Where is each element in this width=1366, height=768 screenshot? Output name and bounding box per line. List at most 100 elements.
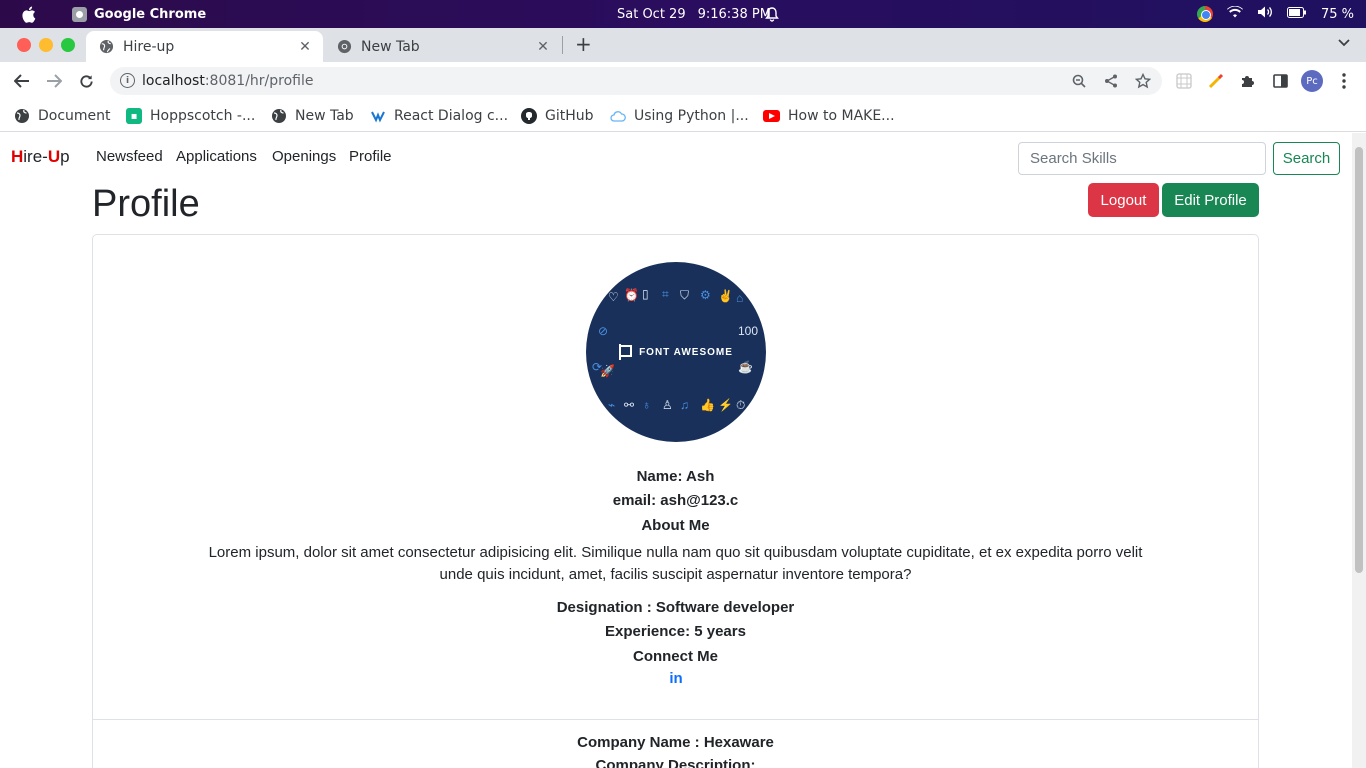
nav-link-profile[interactable]: Profile: [349, 148, 392, 165]
notification-bell-icon[interactable]: [764, 0, 780, 28]
chrome-tray-icon[interactable]: [1196, 6, 1213, 22]
tab-title: Hire-up: [123, 38, 175, 55]
bookmark-using-python[interactable]: Using Python |...: [610, 105, 749, 127]
page-title: Profile: [92, 183, 200, 225]
bookmark-label: New Tab: [295, 108, 354, 124]
company-description-heading: Company Description:: [595, 757, 756, 768]
clock-time: 9:16:38 PM: [697, 6, 771, 22]
profile-experience: Experience: 5 years: [605, 623, 746, 640]
bookmark-new-tab[interactable]: New Tab: [271, 105, 354, 127]
tab-new-tab[interactable]: New Tab ✕: [324, 31, 561, 62]
profile-avatar-image: ♡ ⏰ ▯ ⌗ ⛉ ⚙ ✌ ⌂ ⊘ 100 ⟳ 🚀 ☕ ⌁ ⚯ ♁ ♙ ♫ 👍 …: [586, 262, 766, 442]
chrome-app-icon: [72, 6, 87, 22]
profile-email: email: ash@123.c: [612, 492, 739, 509]
browser-toolbar: i localhost:8081/hr/profile Pc: [0, 62, 1366, 100]
github-icon: [521, 108, 537, 124]
avatar-logo-text: FONT AWESOME: [639, 346, 733, 358]
brand-end: p: [60, 147, 70, 166]
active-app[interactable]: Google Chrome: [72, 0, 206, 28]
youtube-icon: [763, 110, 780, 122]
page-scrollbar[interactable]: [1352, 133, 1366, 768]
nav-link-applications[interactable]: Applications: [176, 148, 257, 165]
profile-designation: Designation : Software developer: [556, 599, 795, 616]
bookmark-label: React Dialog c...: [394, 108, 509, 124]
kebab-menu-icon[interactable]: [1333, 70, 1355, 92]
close-window-button[interactable]: [17, 38, 31, 52]
profile-avatar[interactable]: Pc: [1301, 70, 1323, 92]
address-bar[interactable]: i localhost:8081/hr/profile: [110, 67, 1162, 95]
clock[interactable]: Sat Oct 29 9:16:38 PM: [617, 0, 771, 28]
bookmark-label: How to MAKE...: [788, 108, 895, 124]
search-button[interactable]: Search: [1273, 142, 1340, 175]
search-skills-input[interactable]: [1018, 142, 1266, 175]
close-tab-icon[interactable]: ✕: [297, 39, 313, 55]
about-text: Lorem ipsum, dolor sit amet consectetur …: [208, 544, 1143, 583]
system-tray: 75 %: [1196, 0, 1354, 28]
section-divider: [93, 719, 1258, 720]
bookmark-label: GitHub: [545, 108, 594, 124]
apple-icon[interactable]: [18, 0, 38, 28]
bookmark-label: Hoppscotch -...: [150, 108, 256, 124]
battery-icon[interactable]: [1286, 6, 1307, 22]
company-name: Company Name : Hexaware: [577, 734, 774, 751]
volume-icon[interactable]: [1257, 5, 1273, 23]
profile-name: Name: Ash: [636, 468, 715, 485]
globe-icon: [271, 108, 287, 124]
chrome-icon: [336, 39, 352, 55]
url-host: localhost: [142, 73, 205, 89]
bookmarks-bar: Document ▪ Hoppscotch -... New Tab React…: [0, 100, 1366, 132]
bookmark-github[interactable]: GitHub: [521, 105, 594, 127]
wifi-icon[interactable]: [1226, 5, 1243, 22]
color-picker-icon[interactable]: [1205, 70, 1227, 92]
tab-search-chevron-icon[interactable]: [1338, 36, 1350, 50]
globe-icon: [14, 108, 30, 124]
bookmark-label: Using Python |...: [634, 108, 749, 124]
side-panel-icon[interactable]: [1269, 70, 1291, 92]
brand-logo[interactable]: Hire-Up: [11, 147, 70, 167]
react-icon: [370, 108, 386, 124]
forward-arrow-icon[interactable]: [42, 69, 66, 93]
bookmark-label: Document: [38, 108, 111, 124]
reload-icon[interactable]: [74, 69, 98, 93]
about-heading: About Me: [641, 517, 710, 534]
clock-date: Sat Oct 29: [617, 6, 686, 22]
os-top-bar: Google Chrome Sat Oct 29 9:16:38 PM 75 %: [0, 0, 1366, 28]
flag-icon: [619, 344, 633, 360]
tab-hire-up[interactable]: Hire-up ✕: [86, 31, 323, 62]
web-page: Hire-Up Newsfeed Applications Openings P…: [0, 133, 1352, 768]
battery-percent: 75 %: [1320, 6, 1354, 22]
tab-strip: Hire-up ✕ New Tab ✕: [0, 28, 1366, 62]
url-path: :8081/hr/profile: [204, 73, 314, 89]
extension-grid-icon[interactable]: [1173, 70, 1195, 92]
new-tab-plus-icon[interactable]: +: [575, 32, 592, 56]
bookmark-star-icon[interactable]: [1134, 72, 1152, 90]
nav-link-openings[interactable]: Openings: [272, 148, 336, 165]
globe-icon: [98, 39, 114, 55]
active-app-name: Google Chrome: [94, 6, 207, 22]
hoppscotch-icon: ▪: [126, 108, 142, 124]
logout-button[interactable]: Logout: [1088, 183, 1159, 217]
share-icon[interactable]: [1102, 72, 1120, 90]
site-info-icon[interactable]: i: [120, 73, 135, 88]
linkedin-icon[interactable]: in: [666, 670, 686, 687]
brand-u: U: [47, 147, 61, 166]
bookmark-hoppscotch[interactable]: ▪ Hoppscotch -...: [126, 105, 255, 127]
extensions-puzzle-icon[interactable]: [1237, 70, 1259, 92]
back-arrow-icon[interactable]: [10, 69, 34, 93]
nav-link-newsfeed[interactable]: Newsfeed: [96, 148, 163, 165]
profile-card: ♡ ⏰ ▯ ⌗ ⛉ ⚙ ✌ ⌂ ⊘ 100 ⟳ 🚀 ☕ ⌁ ⚯ ♁ ♙ ♫ 👍 …: [92, 234, 1259, 768]
zoom-icon[interactable]: [1070, 72, 1088, 90]
bookmark-react-dialog[interactable]: React Dialog c...: [370, 105, 508, 127]
bookmark-how-to-make[interactable]: How to MAKE...: [763, 105, 895, 127]
close-tab-icon[interactable]: ✕: [535, 39, 551, 55]
font-awesome-logo: FONT AWESOME: [586, 262, 766, 442]
maximize-window-button[interactable]: [61, 38, 75, 52]
bookmark-document[interactable]: Document: [14, 105, 111, 127]
minimize-window-button[interactable]: [39, 38, 53, 52]
url-text: localhost:8081/hr/profile: [142, 73, 313, 89]
tab-title: New Tab: [361, 38, 420, 55]
scrollbar-thumb[interactable]: [1355, 147, 1363, 573]
connect-heading: Connect Me: [632, 648, 718, 665]
brand-h: H: [11, 147, 24, 166]
edit-profile-button[interactable]: Edit Profile: [1162, 183, 1259, 217]
